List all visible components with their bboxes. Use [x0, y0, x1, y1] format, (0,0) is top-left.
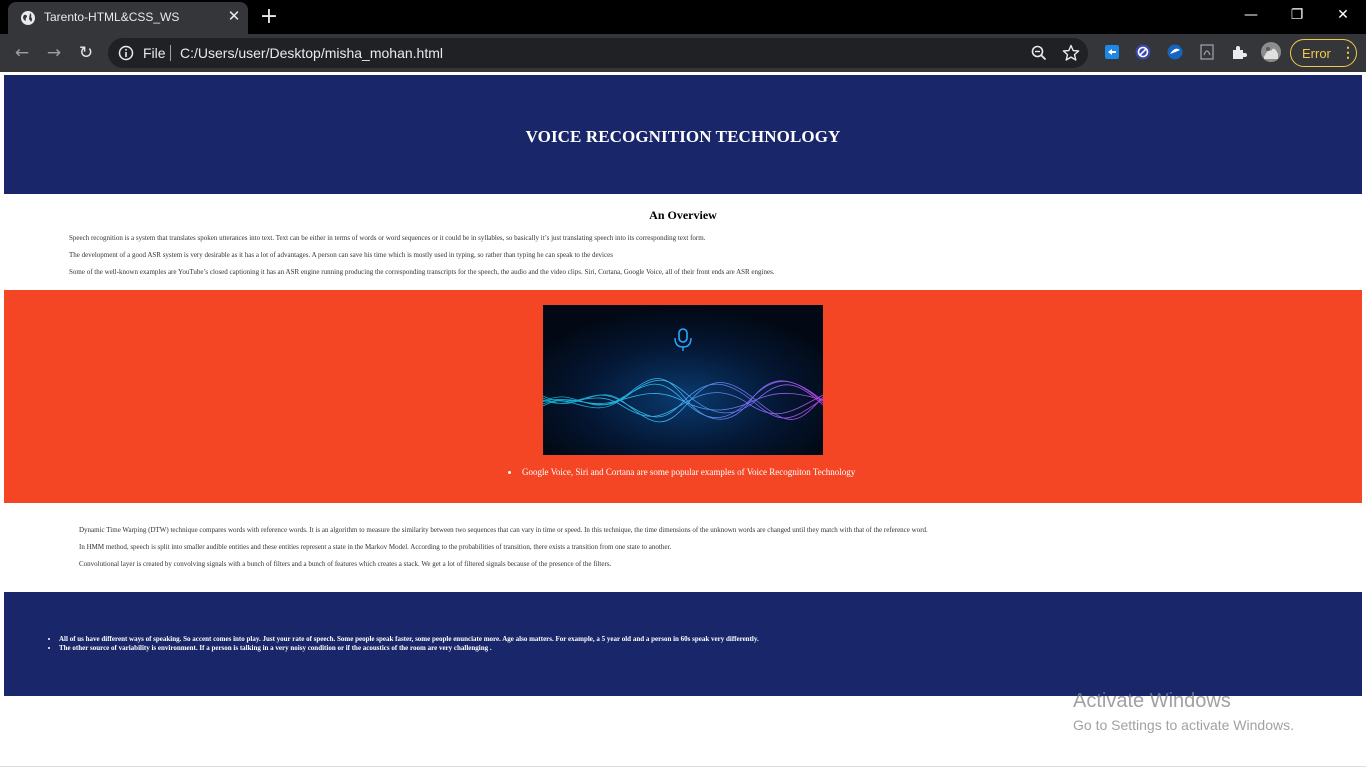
footer-text: The other source of variability is envir… — [59, 644, 492, 652]
tab-title: Tarento-HTML&CSS_WS — [44, 10, 180, 24]
list-item: The other source of variability is envir… — [48, 644, 492, 652]
profile-error-button[interactable]: Error ⋮ — [1290, 39, 1357, 67]
web-page: VOICE RECOGNITION TECHNOLOGY An Overview… — [0, 72, 1366, 768]
voice-wave-image — [543, 305, 823, 455]
new-tab-button[interactable]: + — [258, 6, 280, 28]
reload-button[interactable]: ↻ — [74, 41, 98, 65]
browser-toolbar: ← → ↻ File C:/Users/user/Desktop/misha_m… — [0, 34, 1366, 72]
close-tab-icon[interactable]: ✕ — [226, 9, 242, 25]
overview-heading: An Overview — [649, 208, 717, 222]
error-label: Error — [1302, 46, 1331, 61]
grammar-extension-icon[interactable] — [1166, 43, 1184, 61]
hero-banner: VOICE RECOGNITION TECHNOLOGY — [4, 75, 1362, 194]
url-text[interactable]: C:/Users/user/Desktop/misha_mohan.html — [180, 45, 443, 61]
activate-windows-watermark: Activate Windows Go to Settings to activ… — [1073, 690, 1294, 735]
watermark-title: Activate Windows — [1073, 690, 1231, 712]
bookmark-star-icon[interactable] — [1062, 44, 1080, 62]
page-title: VOICE RECOGNITION TECHNOLOGY — [525, 127, 841, 146]
window-bottom-border — [0, 766, 1366, 767]
overview-paragraph: The development of a good ASR system is … — [69, 251, 613, 259]
watermark-subtitle: Go to Settings to activate Windows. — [1073, 717, 1294, 733]
bullet-icon — [508, 471, 511, 475]
method-paragraph: Convolutional layer is created by convol… — [79, 560, 612, 568]
window-close-button[interactable]: ✕ — [1320, 0, 1366, 30]
browser-tab[interactable]: Tarento-HTML&CSS_WS ✕ — [8, 2, 248, 34]
address-divider — [170, 45, 171, 61]
footer-section: All of us have different ways of speakin… — [4, 592, 1362, 696]
overview-paragraph: Speech recognition is a system that tran… — [69, 234, 706, 242]
restore-button[interactable]: ❐ — [1274, 0, 1320, 30]
overview-paragraph: Some of the well-known examples are YouT… — [69, 268, 775, 276]
pdf-extension-icon[interactable] — [1198, 43, 1216, 61]
method-paragraph: Dynamic Time Warping (DTW) technique com… — [79, 526, 928, 534]
menu-icon[interactable]: ⋮ — [1341, 44, 1355, 60]
blocker-extension-icon[interactable] — [1134, 43, 1152, 61]
minimize-button[interactable]: — — [1228, 0, 1274, 30]
footer-text: All of us have different ways of speakin… — [59, 635, 759, 643]
zoom-icon[interactable] — [1030, 44, 1048, 62]
forward-button[interactable]: → — [42, 41, 66, 65]
screenshot-extension-icon[interactable] — [1103, 43, 1121, 61]
method-paragraph: In HMM method, speech is split into smal… — [79, 543, 672, 551]
address-bar[interactable]: File C:/Users/user/Desktop/misha_mohan.h… — [108, 38, 1088, 68]
page-info-icon[interactable] — [118, 45, 134, 61]
back-button[interactable]: ← — [10, 41, 34, 65]
bullet-icon — [48, 638, 50, 641]
globe-icon — [21, 11, 35, 25]
showcase-caption: Google Voice, Siri and Cortana are some … — [522, 467, 856, 477]
url-scheme: File — [143, 45, 166, 61]
list-item: All of us have different ways of speakin… — [48, 635, 759, 643]
puzzle-icon[interactable] — [1230, 43, 1248, 61]
list-item: Google Voice, Siri and Cortana are some … — [508, 467, 855, 477]
avatar[interactable] — [1261, 42, 1281, 62]
bullet-icon — [48, 647, 50, 650]
showcase-section: Google Voice, Siri and Cortana are some … — [4, 290, 1362, 503]
tab-strip: Tarento-HTML&CSS_WS ✕ + — ❐ ✕ — [0, 0, 1366, 34]
